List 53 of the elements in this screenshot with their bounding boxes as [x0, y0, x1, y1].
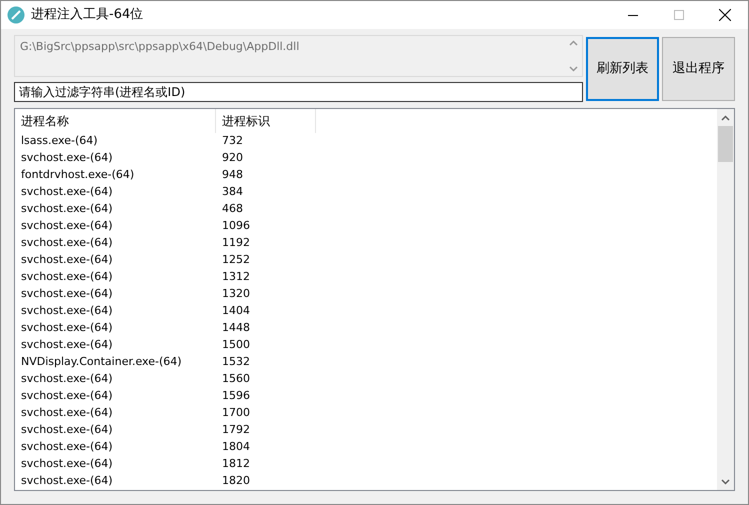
action-button[interactable]: 刷新列表: [586, 36, 659, 100]
scroll-up-icon[interactable]: [721, 115, 730, 121]
table-cell-text: svchost.exe-(64): [20, 303, 114, 320]
table-cell-text: 920: [221, 150, 244, 166]
action-button[interactable]: 退出程序: [662, 36, 735, 100]
table-cell-text: svchost.exe-(64): [20, 235, 114, 252]
table-cell-text: lsass.exe-(64): [20, 133, 99, 150]
table-cell-text: svchost.exe-(64): [20, 269, 114, 286]
table-cell-text: 1252: [221, 252, 251, 268]
table-cell-text: 1404: [221, 303, 251, 320]
table-cell-text: svchost.exe-(64): [20, 201, 114, 218]
table-cell-text: svchost.exe-(64): [20, 422, 114, 438]
table-cell-text: svchost.exe-(64): [20, 405, 114, 422]
table-cell-text: 1192: [221, 235, 251, 252]
close-icon[interactable]: [719, 9, 731, 21]
scrollbar-thumb[interactable]: [718, 126, 733, 162]
table-cell-text: 1500: [221, 337, 251, 354]
table-cell-text: 1792: [221, 422, 251, 438]
app-icon: [7, 6, 25, 24]
table-cell-text: fontdrvhost.exe-(64): [20, 167, 136, 184]
window-title: 进程注入工具-64位: [31, 6, 144, 24]
table-cell-text: 1812: [221, 456, 251, 472]
table-cell-text: svchost.exe-(64): [20, 320, 114, 336]
column-header[interactable]: 进程标识: [216, 109, 316, 133]
table-cell-text: 1096: [221, 218, 251, 234]
scroll-down-icon[interactable]: [721, 479, 730, 485]
table-cell-text: 468: [221, 201, 244, 218]
table-cell-text: svchost.exe-(64): [20, 456, 114, 472]
table-cell-text: NVDisplay.Container.exe-(64): [20, 354, 183, 370]
table-cell-text: 1820: [221, 473, 251, 490]
table-cell-text: svchost.exe-(64): [20, 371, 114, 388]
table-cell-text: 1312: [221, 269, 251, 286]
table-cell-text: 1596: [221, 388, 251, 404]
table-cell-text: 1804: [221, 439, 251, 456]
table-cell-text: 1700: [221, 405, 251, 422]
table-cell-text: svchost.exe-(64): [20, 439, 114, 456]
table-cell-text: 1560: [221, 371, 251, 388]
table-cell-text: svchost.exe-(64): [20, 473, 114, 490]
table-cell-text: svchost.exe-(64): [20, 184, 114, 200]
table-cell-text: svchost.exe-(64): [20, 252, 114, 268]
table-cell-text: 1320: [221, 286, 251, 302]
table-cell-text: 732: [221, 133, 244, 150]
table-cell-text: svchost.exe-(64): [20, 150, 114, 166]
table-cell-text: 1448: [221, 320, 251, 336]
table-cell-text: svchost.exe-(64): [20, 337, 114, 354]
table-cell-text: svchost.exe-(64): [20, 218, 114, 234]
table-cell-text: 1532: [221, 354, 251, 370]
table-cell-text: 384: [221, 184, 244, 200]
table-cell-text: svchost.exe-(64): [20, 286, 114, 302]
filter-field[interactable]: 请输入过滤字符串(进程名或ID): [14, 82, 583, 102]
table-cell-text: svchost.exe-(64): [20, 388, 114, 404]
column-header[interactable]: 进程名称: [15, 109, 216, 133]
table-cell-text: 948: [221, 167, 244, 184]
